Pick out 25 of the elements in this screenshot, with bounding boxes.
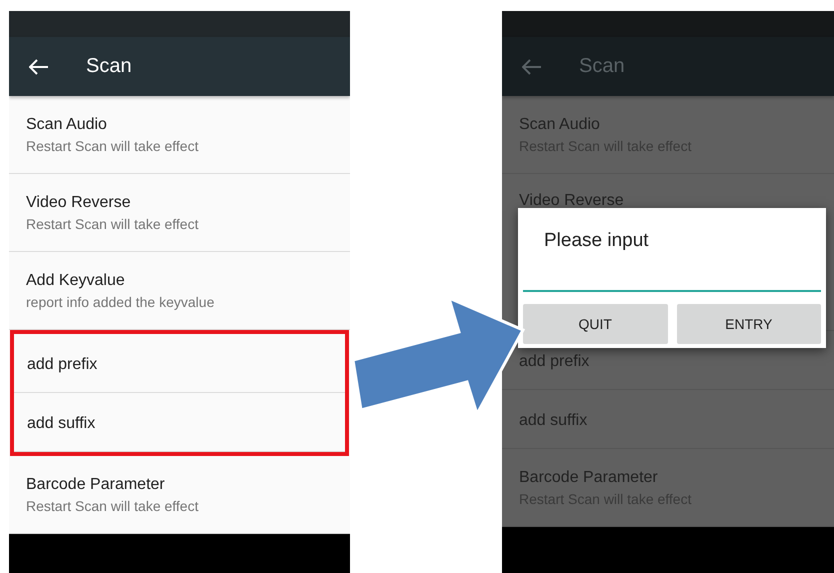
item-subtitle: Restart Scan will take effect xyxy=(26,138,200,154)
item-title: add prefix xyxy=(519,353,590,371)
item-title: Scan Audio xyxy=(26,116,108,134)
item-title: Barcode Parameter xyxy=(519,468,659,486)
toolbar-title: Scan xyxy=(86,55,132,78)
item-title: add suffix xyxy=(27,415,96,433)
settings-item[interactable]: add suffix xyxy=(14,393,345,452)
settings-item[interactable]: Video Reverse Restart Scan will take effect xyxy=(9,174,350,252)
settings-item[interactable]: add prefix xyxy=(14,334,345,393)
settings-item[interactable]: Add Keyvalue report info added the keyvalue xyxy=(9,252,350,330)
dialog-title: Please input xyxy=(543,230,650,252)
item-title: Video Reverse xyxy=(26,194,132,212)
item-subtitle: Restart Scan will take effect xyxy=(26,216,200,232)
toolbar-title: Scan xyxy=(579,55,625,78)
item-title: Video Reverse xyxy=(519,192,625,210)
item-subtitle: Restart Scan will take effect xyxy=(26,498,200,514)
item-title: Scan Audio xyxy=(519,116,601,134)
item-title: add suffix xyxy=(519,412,588,430)
item-title: add prefix xyxy=(27,356,98,374)
dialog-button[interactable]: ENTRY xyxy=(676,304,821,344)
dialog-button[interactable]: QUIT xyxy=(523,304,668,344)
item-subtitle: report info added the keyvalue xyxy=(26,294,216,310)
item-title: Barcode Parameter xyxy=(26,476,166,494)
item-title: Add Keyvalue xyxy=(26,272,126,290)
settings-item[interactable]: Scan Audio Restart Scan will take effect xyxy=(9,96,350,174)
